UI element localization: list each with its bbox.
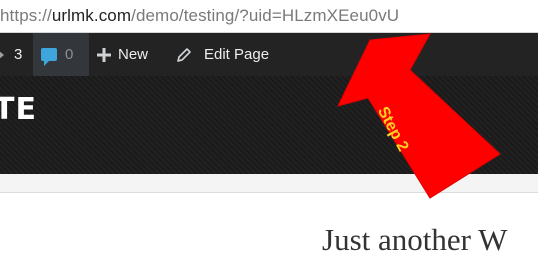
red-arrow-icon [337, 33, 501, 199]
step-arrow-annotation [337, 33, 501, 199]
